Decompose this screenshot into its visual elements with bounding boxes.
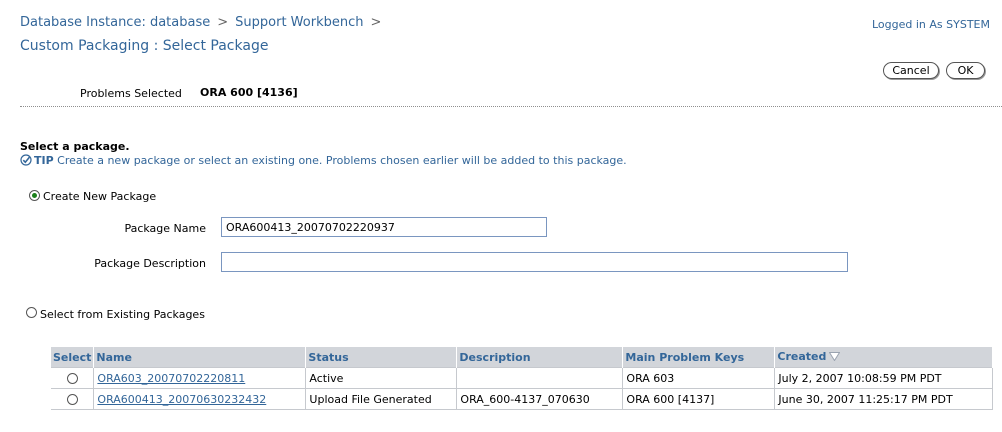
breadcrumb: Database Instance: database > Support Work… (20, 15, 388, 30)
column-header-created-label: Created (777, 350, 827, 363)
tip-text: Create a new package or select an existi… (57, 154, 627, 167)
column-header-main-problem-keys[interactable]: Main Problem Keys (622, 347, 776, 368)
column-header-name[interactable]: Name (93, 347, 307, 368)
tip-label: TIP (34, 154, 54, 167)
tip-check-icon (20, 154, 32, 166)
row-select-radio[interactable] (66, 394, 78, 405)
tip-message: TIP Create a new package or select an ex… (20, 154, 627, 167)
ok-button[interactable]: OK (946, 62, 985, 79)
column-header-select: Select (51, 347, 95, 368)
problem-keys-cell: ORA 603 (622, 367, 776, 389)
select-existing-package-label: Select from Existing Packages (40, 308, 205, 321)
status-cell: Upload File Generated (305, 388, 458, 410)
breadcrumb-item-instance[interactable]: Database Instance: database (20, 15, 210, 30)
row-select-cell (51, 388, 95, 410)
created-cell: July 2, 2007 10:08:59 PM PDT (774, 367, 994, 389)
table-row: ORA600413_20070630232432 Upload File Gen… (51, 388, 994, 410)
cancel-button[interactable]: Cancel (883, 62, 939, 79)
create-new-package-radio[interactable] (29, 190, 40, 201)
table-header-row: Select Name Status Description Main Prob… (51, 347, 994, 368)
create-new-package-label: Create New Package (43, 190, 157, 203)
page-title: Custom Packaging : Select Package (20, 38, 269, 54)
sort-descending-icon[interactable] (828, 351, 841, 364)
package-name-cell: ORA600413_20070630232432 (93, 388, 307, 410)
status-cell: Active (305, 367, 458, 389)
package-name-label: Package Name (124, 222, 206, 235)
section-title: Select a package. (20, 140, 130, 153)
breadcrumb-item-workbench[interactable]: Support Workbench (235, 15, 363, 30)
description-cell (456, 367, 624, 389)
breadcrumb-separator: > (370, 15, 382, 30)
description-cell: ORA_600-4137_070630 (456, 388, 624, 410)
breadcrumb-separator: > (217, 15, 229, 30)
dotted-divider (20, 106, 1002, 107)
row-select-cell (51, 367, 95, 389)
problems-selected-value: ORA 600 [4136] (200, 86, 298, 99)
package-name-link[interactable]: ORA603_20070702220811 (97, 372, 245, 385)
select-existing-package-radio[interactable] (26, 307, 37, 318)
logged-in-status: Logged in As SYSTEM (872, 18, 990, 31)
existing-packages-table: Select Name Status Description Main Prob… (51, 347, 994, 410)
table-row: ORA603_20070702220811 Active ORA 603 Jul… (51, 367, 994, 389)
row-select-radio[interactable] (66, 373, 78, 384)
package-name-link[interactable]: ORA600413_20070630232432 (97, 393, 266, 406)
problems-selected-label: Problems Selected (80, 87, 182, 100)
problem-keys-cell: ORA 600 [4137] (622, 388, 776, 410)
column-header-description[interactable]: Description (456, 347, 624, 368)
created-cell: June 30, 2007 11:25:17 PM PDT (774, 388, 994, 410)
package-description-label: Package Description (94, 257, 206, 270)
column-header-status[interactable]: Status (305, 347, 458, 368)
package-name-cell: ORA603_20070702220811 (93, 367, 307, 389)
package-description-input[interactable] (221, 252, 848, 272)
column-header-created[interactable]: Created (774, 347, 994, 368)
package-name-input[interactable]: ORA600413_20070702220937 (221, 217, 547, 237)
